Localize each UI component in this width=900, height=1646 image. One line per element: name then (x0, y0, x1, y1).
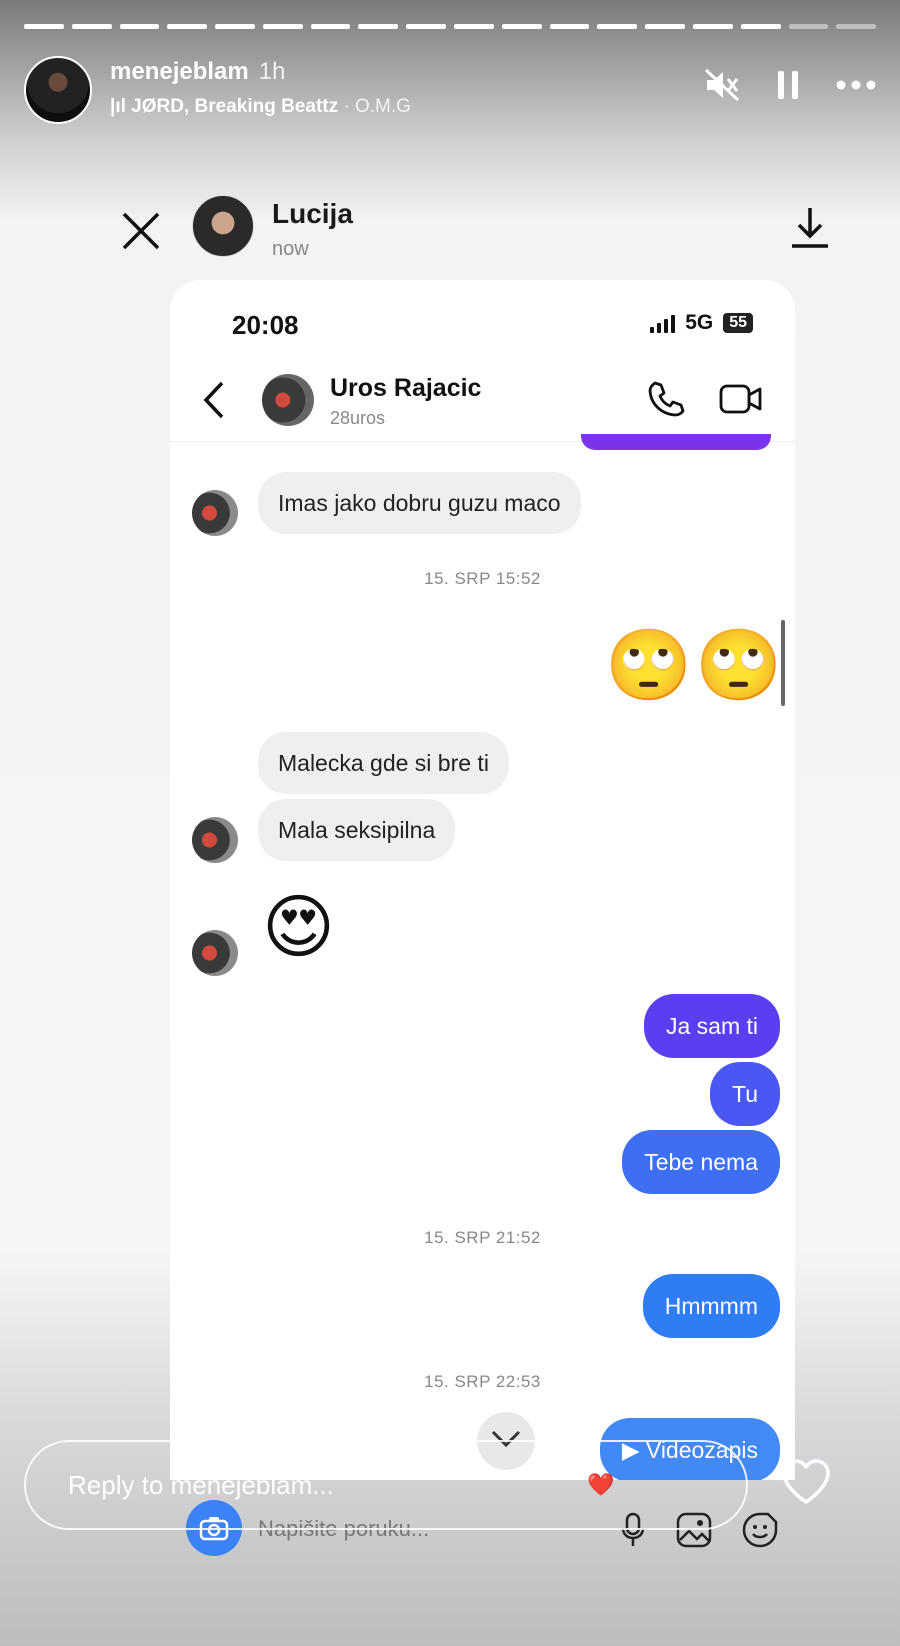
heart-eyes-emoji[interactable]: 😍 (262, 892, 335, 962)
avatar (192, 195, 254, 257)
progress-segment (406, 24, 447, 29)
video-call-icon[interactable] (719, 380, 763, 423)
progress-segment (454, 24, 494, 29)
progress-segment (71, 24, 112, 29)
outgoing-message[interactable]: Tebe nema (622, 1130, 780, 1194)
timestamp: 15. SRP 15:52 (424, 569, 541, 588)
chat-avatar[interactable] (262, 374, 314, 426)
progress-segment (24, 24, 64, 29)
timestamp: 15. SRP 21:52 (424, 1228, 541, 1247)
music-track: O.M.G (355, 96, 411, 117)
rolling-eyes-emoji[interactable]: 🙄 (695, 630, 782, 700)
progress-segment (310, 24, 351, 29)
network-type: 5G (685, 311, 714, 334)
outgoing-message[interactable]: Ja sam ti (643, 994, 780, 1058)
progress-segment (215, 24, 255, 29)
chat-name[interactable]: Uros Rajacic (330, 374, 481, 403)
story-controls (704, 68, 876, 102)
story-avatar[interactable] (24, 56, 92, 124)
battery-icon: 55 (723, 313, 753, 333)
reply-input[interactable]: Reply to menejeblam... (24, 1440, 748, 1530)
progress-segment (692, 24, 733, 29)
share-sender-name: Lucija (272, 198, 353, 229)
story-time: 1h (258, 58, 286, 85)
progress-segment (740, 24, 781, 29)
signal-icon (650, 313, 676, 333)
chat-header: Uros Rajacic 28uros (170, 360, 795, 442)
status-bar: 20:08 5G 55 (170, 280, 795, 360)
muted-speaker-icon[interactable] (704, 68, 740, 102)
progress-segment (501, 24, 542, 29)
phone-call-icon[interactable] (647, 380, 685, 423)
story-username[interactable]: menejeblam (110, 58, 249, 85)
heart-icon[interactable] (780, 1458, 832, 1511)
outgoing-message[interactable]: Hmmmm (642, 1274, 780, 1338)
more-icon[interactable] (836, 80, 876, 90)
music-artist: JØRD, Breaking Beattz (131, 96, 339, 117)
story-header: menejeblam 1h |ıl JØRD, Breaking Beattz ·… (24, 52, 876, 124)
progress-segment (645, 24, 685, 29)
music-bars-icon: |ıl (110, 96, 132, 117)
progress-segment (262, 24, 303, 29)
sender-avatar (192, 817, 238, 863)
incoming-message[interactable]: Imas jako dobru guzu maco (258, 472, 581, 534)
rolling-eyes-emoji[interactable]: 🙄 (605, 630, 692, 700)
phone-screenshot: 20:08 5G 55 Uros Rajacic 28uros Imas jak… (170, 280, 795, 1480)
status-indicators: 5G 55 (650, 311, 753, 335)
progress-segment (358, 24, 399, 29)
status-time: 20:08 (232, 310, 299, 340)
sender-avatar (192, 930, 238, 976)
download-icon[interactable] (790, 205, 830, 254)
progress-segment (597, 24, 638, 29)
sender-avatar (192, 490, 238, 536)
pause-icon[interactable] (776, 69, 800, 101)
incoming-message[interactable]: Malecka gde si bre ti (258, 732, 509, 794)
previous-message-peek (581, 434, 771, 450)
sticker-icon[interactable] (742, 1512, 778, 1553)
back-chevron-icon[interactable] (202, 380, 226, 425)
scrollbar[interactable] (781, 620, 785, 706)
share-status: now (272, 238, 309, 260)
progress-segment (167, 24, 208, 29)
chat-handle: 28uros (330, 408, 386, 428)
progress-segment (549, 24, 590, 29)
story-progress-bar (24, 24, 877, 29)
shared-dm-screenshot: Lucija now 20:08 5G 55 Uros Rajacic 28ur… (70, 180, 870, 1480)
progress-segment (119, 24, 160, 29)
timestamp: 15. SRP 22:53 (424, 1372, 541, 1391)
music-separator: · (343, 96, 350, 117)
progress-segment (836, 24, 877, 29)
story-music[interactable]: |ıl JØRD, Breaking Beattz · O.M.G (110, 96, 411, 118)
story-username-row[interactable]: menejeblam 1h (110, 58, 285, 86)
progress-segment (788, 24, 829, 29)
reply-placeholder: Reply to menejeblam... (68, 1470, 334, 1500)
outgoing-message[interactable]: Tu (710, 1062, 780, 1126)
close-icon[interactable] (120, 210, 162, 257)
incoming-message[interactable]: Mala seksipilna (258, 799, 456, 861)
